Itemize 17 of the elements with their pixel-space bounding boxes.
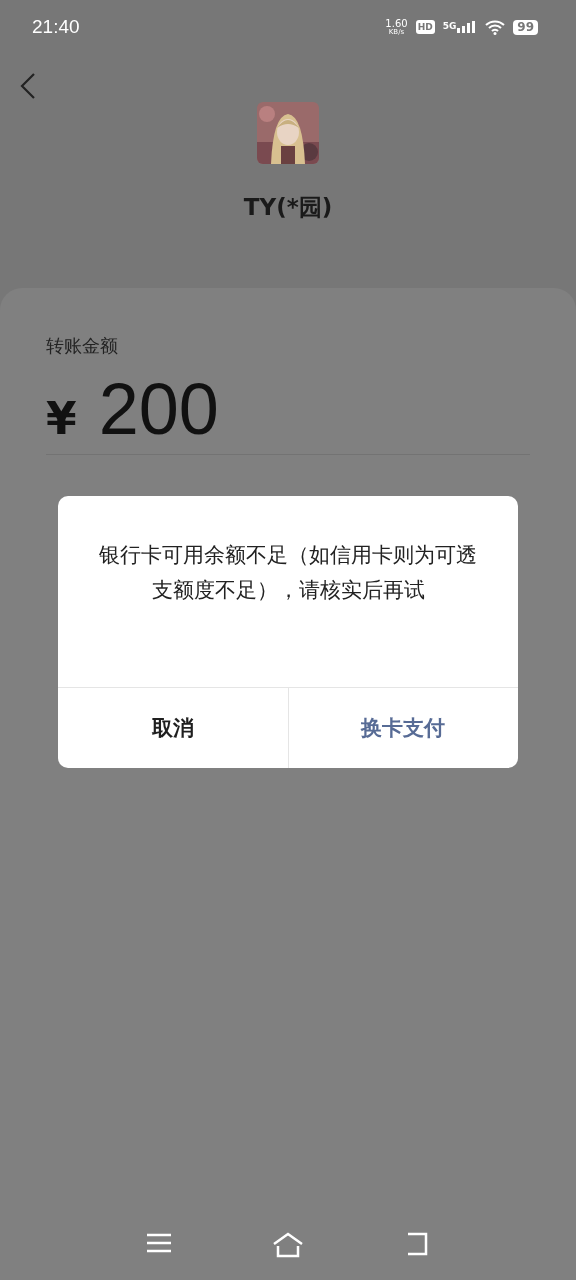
battery-level: 99: [513, 19, 538, 35]
menu-icon[interactable]: [146, 1232, 172, 1254]
payee-name: TY(*园): [243, 193, 333, 222]
home-icon[interactable]: [272, 1232, 304, 1258]
amount-label: 转账金额: [46, 334, 119, 358]
currency-symbol: ¥: [46, 393, 77, 444]
back-icon[interactable]: [18, 72, 38, 100]
network-type: 5G: [442, 21, 457, 31]
wifi-icon: [485, 19, 506, 35]
clock: 21:40: [32, 16, 80, 38]
change-card-button[interactable]: 换卡支付: [287, 688, 518, 768]
signal-icon: [457, 21, 478, 33]
amount-value: 200: [98, 368, 219, 450]
network-speed: 1.60: [385, 18, 408, 29]
cancel-button[interactable]: 取消: [58, 688, 288, 768]
dialog-message: 银行卡可用余额不足（如信用卡则为可透支额度不足），请核实后再试: [98, 542, 478, 604]
hd-badge: HD: [415, 20, 435, 34]
